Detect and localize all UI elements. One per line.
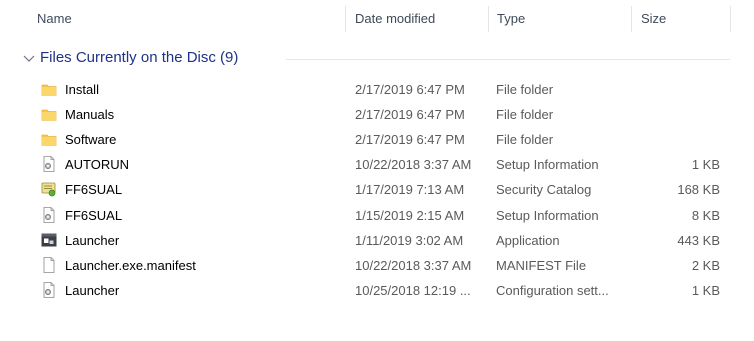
folder-icon xyxy=(40,130,58,148)
file-type: Setup Information xyxy=(496,207,599,223)
file-size: 8 KB xyxy=(691,207,720,223)
file-date-modified: 2/17/2019 6:47 PM xyxy=(355,107,465,123)
chevron-down-icon[interactable] xyxy=(22,51,36,65)
folder-icon xyxy=(40,80,58,98)
column-divider[interactable] xyxy=(730,6,731,32)
file-date-modified: 10/25/2018 12:19 ... xyxy=(355,282,471,298)
file-type: File folder xyxy=(496,132,554,148)
file-type: File folder xyxy=(496,82,554,97)
file-row[interactable]: FF6SUAL 1/17/2019 7:13 AM Security Catalog… xyxy=(0,177,754,202)
blank-file-icon xyxy=(40,256,58,274)
file-row[interactable]: Software 2/17/2019 6:47 PM File folder xyxy=(0,127,754,152)
file-row[interactable]: Manuals 2/17/2019 6:47 PM File folder xyxy=(0,102,754,127)
column-divider[interactable] xyxy=(631,6,632,32)
file-type: Setup Information xyxy=(496,157,599,173)
file-row[interactable]: FF6SUAL 1/15/2019 2:15 AM Setup Informatio… xyxy=(0,203,754,228)
folder-icon xyxy=(40,105,58,123)
file-row[interactable]: AUTORUN 10/22/2018 3:37 AM Setup Informati… xyxy=(0,152,754,177)
file-type: Configuration sett... xyxy=(496,282,609,298)
column-header-date-modified[interactable]: Date modified xyxy=(355,11,435,26)
file-name: Install xyxy=(65,82,99,97)
file-date-modified: 1/15/2019 2:15 AM xyxy=(355,207,465,223)
file-name: AUTORUN xyxy=(65,157,130,173)
file-type: Application xyxy=(496,232,560,248)
file-size: 443 KB xyxy=(677,232,720,248)
file-name: FF6SUAL xyxy=(65,182,123,198)
file-name: Software xyxy=(65,132,117,148)
column-header-bar: Name Date modified Type Size xyxy=(0,0,754,36)
file-type: Security Catalog xyxy=(496,182,592,198)
column-header-type[interactable]: Type xyxy=(497,11,525,26)
file-date-modified: 1/11/2019 3:02 AM xyxy=(355,232,464,248)
file-date-modified: 2/17/2019 6:47 PM xyxy=(355,132,465,148)
column-divider[interactable] xyxy=(345,6,346,32)
file-size: 2 KB xyxy=(691,257,720,273)
column-header-name[interactable]: Name xyxy=(37,11,72,26)
file-type: MANIFEST File xyxy=(496,257,587,273)
file-row[interactable]: Launcher 10/25/2018 12:19 ... Configuratio… xyxy=(0,278,754,303)
setup-file-icon xyxy=(40,206,58,224)
file-row[interactable]: Install 2/17/2019 6:47 PM File folder xyxy=(0,77,754,102)
file-name: FF6SUAL xyxy=(65,207,123,223)
column-divider[interactable] xyxy=(488,6,489,32)
file-name: Launcher.exe.manifest xyxy=(65,257,196,273)
group-header[interactable]: Files Currently on the Disc (9) xyxy=(22,48,292,72)
setup-file-icon xyxy=(40,155,58,173)
application-icon xyxy=(40,231,58,249)
file-row[interactable]: Launcher 1/11/2019 3:02 AM Application 443 … xyxy=(0,228,754,253)
file-size: 168 KB xyxy=(677,182,720,198)
file-name: Launcher xyxy=(65,282,120,298)
file-name: Manuals xyxy=(65,107,115,123)
file-row[interactable]: Launcher.exe.manifest 10/22/2018 3:37 AM M… xyxy=(0,253,754,278)
security-catalog-icon xyxy=(40,180,58,198)
file-date-modified: 1/17/2019 7:13 AM xyxy=(355,182,465,198)
file-size: 1 KB xyxy=(691,157,720,173)
column-header-size[interactable]: Size xyxy=(641,11,666,26)
file-date-modified: 2/17/2019 6:47 PM xyxy=(355,82,465,97)
file-name: Launcher xyxy=(65,232,120,248)
file-date-modified: 10/22/2018 3:37 AM xyxy=(355,257,472,273)
group-divider-line xyxy=(286,59,730,60)
setup-file-icon xyxy=(40,281,58,299)
file-type: File folder xyxy=(496,107,554,123)
group-title: Files Currently on the Disc (9) xyxy=(40,49,239,66)
file-size: 1 KB xyxy=(691,282,720,298)
file-date-modified: 10/22/2018 3:37 AM xyxy=(355,157,472,173)
